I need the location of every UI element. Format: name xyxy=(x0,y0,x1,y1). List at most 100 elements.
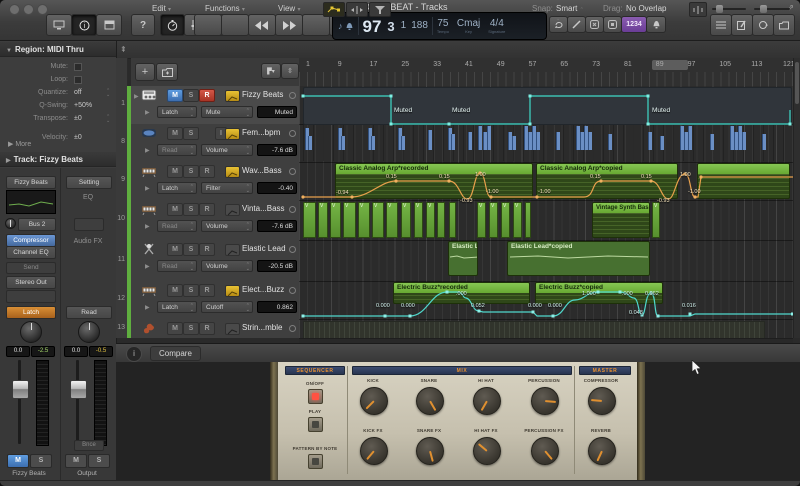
automation-disclosure-icon[interactable]: ▶ xyxy=(145,223,150,230)
track-header-fem-bpm[interactable]: M S I Fem...bpm ▶ Read ⌃ ⌄ Volume ⌃ ⌄ -7.6 dB xyxy=(131,124,299,162)
automation-mode-select[interactable]: Latch ⌃ ⌄ xyxy=(157,301,197,313)
automation-value[interactable]: -7.6 dB xyxy=(257,144,297,156)
knob-snare-fx[interactable] xyxy=(416,437,444,465)
automation-state-icon[interactable] xyxy=(225,204,240,216)
volume-fader[interactable] xyxy=(12,380,29,399)
automation-param-select[interactable]: Cutoff ⌃ ⌄ xyxy=(201,301,253,313)
output-automation-read-button[interactable]: Read xyxy=(66,306,112,319)
automation-state-icon[interactable] xyxy=(225,323,240,335)
knob-hi-hat-fx[interactable] xyxy=(473,437,501,465)
track-on-indicator[interactable] xyxy=(289,130,296,137)
output-audiofx-label[interactable]: Audio FX xyxy=(66,238,110,245)
mute-button[interactable]: M xyxy=(167,89,183,102)
region-classic-analog-arp-recorded[interactable]: Classic Analog Arp*recorded xyxy=(335,163,533,199)
solo-button[interactable]: S xyxy=(183,127,199,140)
vertical-zoom-slider[interactable] xyxy=(712,5,746,13)
automation-param-select[interactable]: Volume ⌃ ⌄ xyxy=(201,260,253,272)
bar-ruler[interactable]: 1 9 17 25 33 41 49 57 65 73 81 89 97 105 113 121 xyxy=(299,58,793,87)
output-setting-button[interactable]: Setting xyxy=(66,176,112,189)
track-zoom-button[interactable]: ⇳ xyxy=(281,63,299,79)
region-vintage-slice[interactable]: V xyxy=(343,202,356,238)
plugin-info-button[interactable]: i xyxy=(126,346,142,362)
automation-state-icon[interactable] xyxy=(225,128,240,140)
solo-button[interactable]: S xyxy=(183,203,199,216)
record-enable-button[interactable]: R xyxy=(199,165,215,178)
catch-playhead-icon[interactable]: ⇞ xyxy=(120,45,127,54)
region-vintage-slice[interactable]: V xyxy=(513,202,522,238)
region-vintage-tag[interactable]: V xyxy=(652,202,660,238)
region-fizzy-beats[interactable] xyxy=(303,87,792,125)
track-header-wav-bass[interactable]: M S R Wav...Bass ▶ Latch ⌃ ⌄ Filter ⌃ ⌄ -0.40 xyxy=(131,162,299,200)
stop-button[interactable] xyxy=(302,14,330,36)
output-eq-label[interactable]: EQ xyxy=(66,194,110,201)
compare-button[interactable]: Compare xyxy=(150,346,201,361)
list-editors-button[interactable] xyxy=(710,14,732,36)
region-vintage-slice[interactable]: V xyxy=(401,202,411,238)
automation-param-select[interactable]: Volume ⌃ ⌄ xyxy=(201,220,253,232)
mute-button[interactable]: M xyxy=(167,243,183,256)
bounce-button[interactable]: Bnce xyxy=(74,440,104,451)
browsers-button[interactable] xyxy=(773,14,795,36)
library-button[interactable] xyxy=(46,14,72,36)
track-on-indicator[interactable] xyxy=(289,246,296,253)
output-stereo-button[interactable]: Stereo Out xyxy=(6,276,56,289)
automation-state-icon[interactable] xyxy=(225,244,240,256)
metronome-mode-button[interactable] xyxy=(160,14,185,36)
flex-button[interactable] xyxy=(346,2,368,17)
track-header-fizzy-beats[interactable]: ▶ M S R Fizzy Beats ▶ Latch ⌃ ⌄ Mute ⌃ ⌄ Muted xyxy=(131,86,299,124)
track-on-indicator[interactable] xyxy=(289,92,296,99)
sequencer-button-on-off[interactable] xyxy=(308,389,323,404)
track-filter-button[interactable] xyxy=(369,2,391,17)
drag-select[interactable]: No Overlap xyxy=(626,4,666,13)
pan-knob[interactable] xyxy=(20,321,42,343)
solo-button[interactable]: S xyxy=(183,165,199,178)
automation-state-icon[interactable] xyxy=(225,90,240,102)
output-gain-button[interactable] xyxy=(74,218,104,231)
region-vintage-slice[interactable]: V xyxy=(358,202,370,238)
snap-select[interactable]: Smart ⌃ ⌄ xyxy=(556,4,584,22)
knob-percussion[interactable] xyxy=(531,387,559,415)
region-vintage-synth-bass[interactable]: Vintage Synth Bas xyxy=(592,202,650,238)
waveform-zoom-button[interactable] xyxy=(689,2,707,17)
automation-value[interactable]: 0.862 xyxy=(257,301,297,313)
solo-button[interactable]: S xyxy=(183,322,199,335)
region-electric-buzz-copied[interactable]: Electric Buzz*copied xyxy=(535,282,663,304)
knob-compressor[interactable] xyxy=(588,387,616,415)
param-checkbox[interactable] xyxy=(74,76,82,84)
automation-mode-select[interactable]: Latch ⌃ ⌄ xyxy=(157,182,197,194)
param-stepper[interactable]: ⌃ ⌄ xyxy=(106,115,110,124)
track-sort-button[interactable]: ▛▾ xyxy=(261,63,281,79)
automation-value[interactable]: -0.40 xyxy=(257,182,297,194)
note-pads-button[interactable] xyxy=(731,14,753,36)
automation-mode-latch-button[interactable]: Latch xyxy=(6,306,56,319)
group-slot-button[interactable] xyxy=(6,290,56,303)
io-bus-button[interactable]: Bus 2 xyxy=(18,218,56,231)
knob-snare[interactable] xyxy=(416,387,444,415)
automation-disclosure-icon[interactable]: ▶ xyxy=(145,109,150,116)
horizontal-zoom-slider[interactable] xyxy=(754,5,790,13)
param-value[interactable]: +50% xyxy=(74,102,92,109)
apple-loops-button[interactable] xyxy=(752,14,774,36)
region-elastic-lead-copied[interactable]: Elastic Lead*copied xyxy=(507,241,650,276)
region-audio-lane[interactable] xyxy=(303,125,790,161)
region-vintage-slice[interactable]: V xyxy=(330,202,341,238)
track-disclosure-icon[interactable]: ▶ xyxy=(134,93,139,100)
track-on-indicator[interactable] xyxy=(289,168,296,175)
region-vintage-slice[interactable]: V xyxy=(386,202,398,238)
play-button[interactable] xyxy=(221,14,249,36)
quick-help-button[interactable]: ? xyxy=(131,14,155,36)
inspector-button[interactable]: i xyxy=(71,14,97,36)
track-on-indicator[interactable] xyxy=(289,206,296,213)
automation-mode-select[interactable]: Read ⌃ ⌄ xyxy=(157,144,197,156)
edit-menu[interactable]: Edit ▾ xyxy=(152,4,171,13)
metronome-button[interactable] xyxy=(646,16,666,33)
lcd-tempo[interactable]: 75 Tempo xyxy=(437,18,449,34)
rewind-button[interactable] xyxy=(248,14,276,36)
region-elastic-lead-1[interactable]: Elastic L xyxy=(448,241,478,276)
automation-disclosure-icon[interactable]: ▶ xyxy=(145,147,150,154)
insert-channel-eq-button[interactable]: Channel EQ xyxy=(6,246,56,259)
record-enable-button[interactable]: R xyxy=(199,284,215,297)
param-stepper[interactable]: ⌃ ⌄ xyxy=(106,89,110,98)
sequencer-button-play[interactable] xyxy=(308,417,323,432)
forward-button[interactable] xyxy=(275,14,303,36)
